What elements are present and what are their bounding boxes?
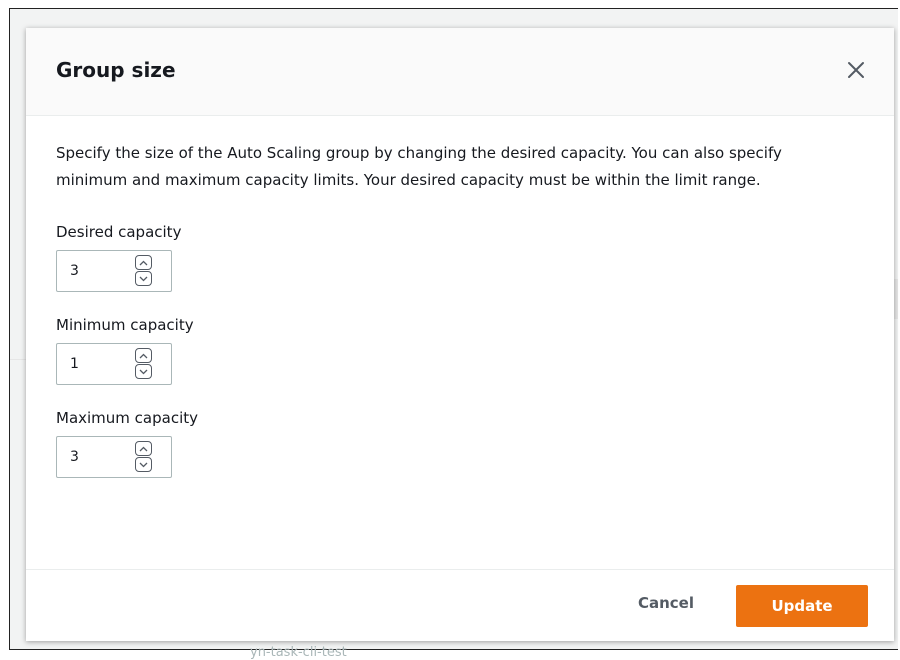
desired-capacity-label: Desired capacity bbox=[56, 223, 182, 241]
desired-capacity-input[interactable] bbox=[58, 252, 128, 290]
desired-capacity-field: Desired capacity bbox=[56, 223, 864, 292]
modal-description: Specify the size of the Auto Scaling gro… bbox=[56, 144, 782, 189]
close-icon[interactable] bbox=[846, 60, 866, 80]
decrement-icon[interactable] bbox=[135, 271, 152, 286]
minimum-capacity-label: Minimum capacity bbox=[56, 316, 194, 334]
maximum-capacity-label: Maximum capacity bbox=[56, 409, 199, 427]
cancel-button[interactable]: Cancel bbox=[638, 594, 694, 612]
increment-icon[interactable] bbox=[135, 255, 152, 270]
decrement-icon[interactable] bbox=[135, 364, 152, 379]
decrement-icon[interactable] bbox=[135, 457, 152, 472]
background-divider bbox=[10, 359, 27, 360]
minimum-capacity-input[interactable] bbox=[58, 345, 128, 383]
maximum-capacity-stepper[interactable] bbox=[56, 436, 172, 478]
group-size-modal: Group size Specify the size of the Auto … bbox=[26, 28, 894, 641]
modal-body: Specify the size of the Auto Scaling gro… bbox=[26, 116, 894, 478]
increment-icon[interactable] bbox=[135, 441, 152, 456]
background-partial-text: yn-task-cli-test bbox=[250, 645, 347, 660]
update-button[interactable]: Update bbox=[736, 585, 868, 627]
minimum-capacity-stepper[interactable] bbox=[56, 343, 172, 385]
modal-title: Group size bbox=[56, 58, 176, 82]
desired-capacity-stepper[interactable] bbox=[56, 250, 172, 292]
modal-footer: Cancel Update bbox=[26, 569, 894, 641]
modal-header: Group size bbox=[26, 28, 894, 116]
maximum-capacity-field: Maximum capacity bbox=[56, 409, 864, 478]
maximum-capacity-input[interactable] bbox=[58, 438, 128, 476]
increment-icon[interactable] bbox=[135, 348, 152, 363]
minimum-capacity-field: Minimum capacity bbox=[56, 316, 864, 385]
